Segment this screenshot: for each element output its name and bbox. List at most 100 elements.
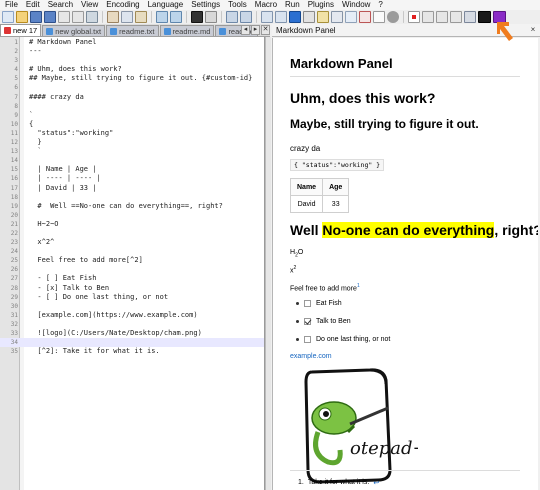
- menu-plugins[interactable]: Plugins: [305, 0, 339, 10]
- toolbar-separator: [403, 11, 404, 23]
- cut-icon[interactable]: [107, 11, 119, 23]
- menu-encoding[interactable]: Encoding: [103, 0, 144, 10]
- close-file-icon[interactable]: [58, 11, 70, 23]
- indent-guide-icon[interactable]: [303, 11, 315, 23]
- editor-line[interactable]: 10 {: [0, 120, 264, 129]
- editor-line[interactable]: 24: [0, 247, 264, 256]
- editor-line[interactable]: 21 H~2~O: [0, 220, 264, 229]
- word-wrap-icon[interactable]: [275, 11, 287, 23]
- close-icon[interactable]: ×: [528, 25, 538, 35]
- close-all-icon[interactable]: [72, 11, 84, 23]
- editor-line[interactable]: 13 `: [0, 147, 264, 156]
- save-icon[interactable]: [30, 11, 42, 23]
- tab-readme-txt[interactable]: readme.txt: [106, 25, 159, 36]
- folder-workspace-icon[interactable]: [359, 11, 371, 23]
- open-folder-icon[interactable]: [16, 11, 28, 23]
- sync-scroll-icon[interactable]: [261, 11, 273, 23]
- menu-run[interactable]: Run: [282, 0, 305, 10]
- editor-line[interactable]: 16 | ---- | ---- |: [0, 174, 264, 183]
- preview-link[interactable]: example.com: [290, 353, 332, 360]
- editor-line[interactable]: 26: [0, 265, 264, 274]
- task-checkbox[interactable]: [304, 300, 311, 307]
- menu-search[interactable]: Search: [45, 0, 78, 10]
- zoom-in-icon[interactable]: [226, 11, 238, 23]
- menu-help[interactable]: ?: [375, 0, 387, 10]
- tab-close-icon[interactable]: ✕: [261, 25, 270, 35]
- editor-line[interactable]: 4 # Uhm, does this work?: [0, 65, 264, 74]
- menu-language[interactable]: Language: [145, 0, 189, 10]
- footnote-backref-icon[interactable]: ↩: [373, 479, 379, 487]
- editor-line[interactable]: 7 #### crazy da: [0, 93, 264, 102]
- tab-scroll-left-icon[interactable]: ◂: [241, 25, 250, 35]
- editor-line[interactable]: 20: [0, 211, 264, 220]
- editor-line[interactable]: 14: [0, 156, 264, 165]
- editor-line[interactable]: 29 - [ ] Do one last thing, or not: [0, 293, 264, 302]
- editor-line[interactable]: 31 [example.com](https://www.example.com…: [0, 311, 264, 320]
- preview-footnote-ref-paragraph: Feel free to add more1: [290, 283, 360, 292]
- menu-window[interactable]: Window: [339, 0, 375, 10]
- task-checkbox-checked[interactable]: [304, 318, 311, 325]
- editor-line[interactable]: 30: [0, 302, 264, 311]
- editor-line[interactable]: 19 # Well ==No-one can do everything==, …: [0, 202, 264, 211]
- editor-line[interactable]: 9 `: [0, 111, 264, 120]
- menu-file[interactable]: File: [2, 0, 23, 10]
- menu-edit[interactable]: Edit: [23, 0, 45, 10]
- zoom-out-icon[interactable]: [240, 11, 252, 23]
- editor-line[interactable]: 35 [^2]: Take it for what it is.: [0, 347, 264, 356]
- show-all-chars-icon[interactable]: [289, 11, 301, 23]
- line-number: 24: [10, 248, 18, 256]
- task-checkbox[interactable]: [304, 336, 311, 343]
- redo-icon[interactable]: [170, 11, 182, 23]
- footnote-ref-link[interactable]: 1: [357, 283, 360, 289]
- editor-line[interactable]: 23 x^2^: [0, 238, 264, 247]
- preview-table: Name Age David 33: [289, 178, 350, 213]
- editor-line[interactable]: 11 "status":"working": [0, 129, 264, 138]
- editor-pane[interactable]: 1 # Markdown Panel 2 --- 3 4 # Uhm, does this …: [0, 37, 265, 490]
- new-file-icon[interactable]: [2, 11, 14, 23]
- editor-line[interactable]: 22: [0, 229, 264, 238]
- function-list-icon[interactable]: [345, 11, 357, 23]
- menu-settings[interactable]: Settings: [188, 0, 225, 10]
- copy-icon[interactable]: [121, 11, 133, 23]
- editor-line[interactable]: 18: [0, 193, 264, 202]
- editor-line[interactable]: 28 - [x] Talk to Ben: [0, 284, 264, 293]
- editor-scrollbar[interactable]: [265, 37, 271, 490]
- udl-icon[interactable]: [317, 11, 329, 23]
- play-multiple-icon[interactable]: [450, 11, 462, 23]
- editor-line[interactable]: 2 ---: [0, 47, 264, 56]
- menu-tools[interactable]: Tools: [225, 0, 252, 10]
- find-icon[interactable]: [191, 11, 203, 23]
- editor-line[interactable]: 5 ## Maybe, still trying to figure it out…: [0, 74, 264, 83]
- tab-new-17[interactable]: new 17: [0, 24, 42, 36]
- tab-scroll-right-icon[interactable]: ▸: [251, 25, 260, 35]
- paste-icon[interactable]: [135, 11, 147, 23]
- play-macro-icon[interactable]: [436, 11, 448, 23]
- markdown-panel-icon[interactable]: [478, 11, 491, 23]
- editor-line[interactable]: 1 # Markdown Panel: [0, 38, 264, 47]
- replace-icon[interactable]: [205, 11, 217, 23]
- undo-icon[interactable]: [156, 11, 168, 23]
- menu-macro[interactable]: Macro: [252, 0, 282, 10]
- editor-line[interactable]: 3: [0, 56, 264, 65]
- editor-line[interactable]: 33 ![logo](C:/Users/Nate/Desktop/cham.pn…: [0, 329, 264, 338]
- editor-line[interactable]: 12 }: [0, 138, 264, 147]
- tab-readme-md[interactable]: readme.md: [159, 25, 215, 36]
- menu-view[interactable]: View: [78, 0, 103, 10]
- print-icon[interactable]: [86, 11, 98, 23]
- stop-macro-icon[interactable]: [422, 11, 434, 23]
- editor-line[interactable]: 8: [0, 102, 264, 111]
- editor-line[interactable]: 6: [0, 83, 264, 92]
- save-all-icon[interactable]: [44, 11, 56, 23]
- editor-line[interactable]: 25 Feel free to add more[^2]: [0, 256, 264, 265]
- monitoring-icon[interactable]: [373, 11, 385, 23]
- record-macro-icon[interactable]: [408, 11, 420, 23]
- editor-line[interactable]: 17 | David | 33 |: [0, 184, 264, 193]
- editor-line[interactable]: 34: [0, 338, 264, 348]
- tab-new-global[interactable]: new global.txt: [42, 25, 106, 36]
- record-off-icon[interactable]: [387, 11, 399, 23]
- save-macro-icon[interactable]: [464, 11, 476, 23]
- editor-line[interactable]: 32: [0, 320, 264, 329]
- editor-line[interactable]: 27 - [ ] Eat Fish: [0, 274, 264, 283]
- document-map-icon[interactable]: [331, 11, 343, 23]
- editor-line[interactable]: 15 | Name | Age |: [0, 165, 264, 174]
